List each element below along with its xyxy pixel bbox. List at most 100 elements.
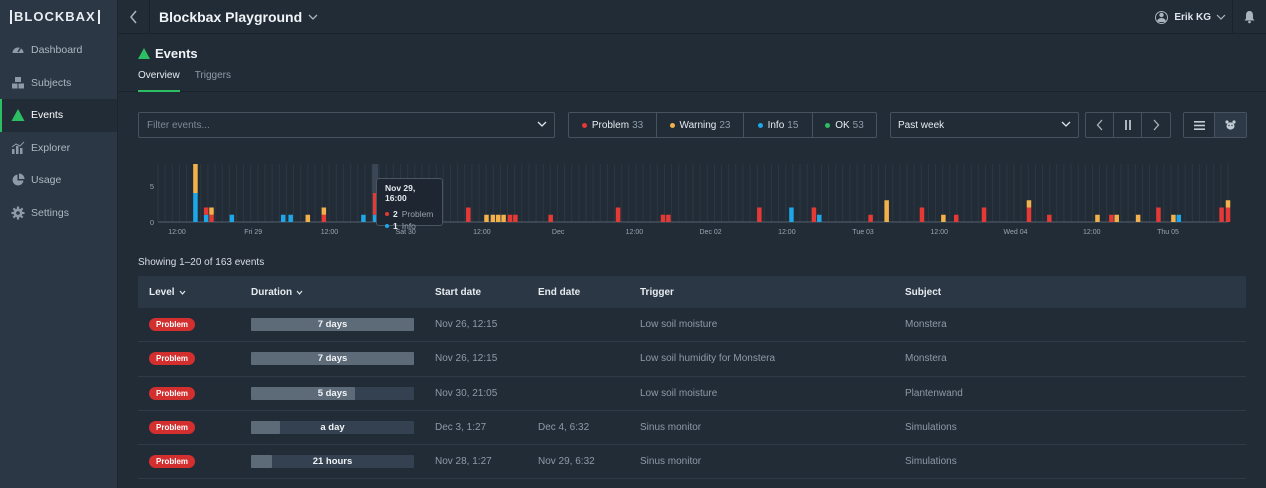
chevron-left-icon: [129, 10, 137, 23]
chevron-down-icon: [537, 121, 547, 127]
pause-icon: [1124, 120, 1131, 130]
sidebar-item-dashboard[interactable]: Dashboard: [0, 34, 117, 67]
level-cell: Problem: [138, 386, 251, 400]
bar-problem: [321, 214, 327, 222]
subject-cell: Simulations: [905, 456, 957, 468]
table-row[interactable]: Problem 7 days Nov 26, 12:15 Low soil humid…: [138, 342, 1246, 377]
sidebar-item-explorer[interactable]: Explorer: [0, 132, 117, 165]
bar-problem: [513, 214, 518, 222]
previous-period-button[interactable]: [1086, 113, 1114, 137]
bar-problem: [1026, 207, 1032, 222]
bar-problem: [666, 214, 671, 222]
bar-problem: [1156, 207, 1161, 222]
duration-bar: 7 days: [251, 318, 414, 332]
info-dot-icon: [757, 122, 763, 128]
bar-problem: [953, 214, 959, 222]
sidebar-nav: Dashboard Subjects Events Explorer Usage: [0, 34, 117, 229]
sidebar-item-events[interactable]: Events: [0, 99, 117, 132]
warning-triangle-icon: [11, 108, 25, 122]
level-filter-warning[interactable]: Warning 23: [657, 113, 744, 137]
user-avatar-icon: [1155, 10, 1169, 24]
table-header: Level Duration Start date End date Trigg…: [138, 276, 1246, 308]
end-date-cell: Dec 4, 6:32: [538, 422, 590, 434]
problem-dot-icon: [581, 122, 587, 128]
trigger-cell: Sinus monitor: [640, 456, 702, 468]
level-badge: Problem: [149, 386, 196, 400]
column-level-header[interactable]: Level: [138, 287, 251, 298]
table-row[interactable]: Problem 7 days Nov 26, 12:15 Low soil moist…: [138, 308, 1246, 343]
bear-icon: [1225, 120, 1236, 130]
bar-info: [1176, 214, 1182, 222]
bar-problem: [1225, 207, 1231, 222]
page-header: Events Overview Triggers: [118, 34, 1266, 92]
column-trigger-header[interactable]: Trigger: [640, 287, 905, 298]
table-row[interactable]: Problem 21 hours Nov 28, 1:27 Nov 29, 6:32 S…: [138, 445, 1246, 480]
level-filter-info[interactable]: Info 15: [744, 113, 813, 137]
sidebar-item-label: Settings: [31, 206, 69, 219]
duration-cell: a day: [251, 421, 435, 435]
list-view-button[interactable]: [1184, 113, 1215, 137]
bar-info: [288, 214, 293, 222]
sidebar-item-settings[interactable]: Settings: [0, 197, 117, 230]
column-end-date-header[interactable]: End date: [538, 287, 640, 298]
table-row[interactable]: Problem 5 days Nov 30, 21:05 Low soil moist…: [138, 377, 1246, 411]
subject-cell: Monstera: [905, 353, 947, 365]
y-tick-label: 5: [150, 182, 154, 191]
chevron-left-icon: [1096, 119, 1102, 131]
column-subject-header[interactable]: Subject: [905, 287, 1246, 298]
bar-info: [229, 214, 235, 222]
trigger-cell: Low soil moisture: [640, 319, 718, 331]
bar-warning: [884, 200, 889, 222]
start-date-cell: Nov 26, 12:15: [435, 319, 498, 331]
notifications-button[interactable]: [1232, 0, 1266, 34]
workspace-switcher[interactable]: Blockbax Playground: [159, 9, 318, 25]
next-period-button[interactable]: [1142, 113, 1170, 137]
level-filter-problem[interactable]: Problem 33: [569, 113, 657, 137]
x-tick-label: 12:00: [626, 229, 644, 236]
column-duration-header[interactable]: Duration: [251, 287, 435, 298]
bar-warning: [193, 164, 198, 193]
bar-problem: [1109, 214, 1114, 222]
sidebar-item-subjects[interactable]: Subjects: [0, 67, 117, 100]
column-start-date-header[interactable]: Start date: [435, 287, 538, 298]
logo[interactable]: BLOCKBAX: [0, 0, 117, 34]
level-filter-ok[interactable]: OK 53: [813, 113, 876, 137]
bar-warning: [1171, 214, 1176, 222]
bar-warning: [1026, 200, 1032, 208]
start-date-cell: Nov 30, 21:05: [435, 387, 498, 399]
back-button[interactable]: [118, 0, 150, 34]
tab-triggers[interactable]: Triggers: [195, 70, 231, 92]
x-tick-label: 12:00: [473, 229, 491, 236]
pie-chart-icon: [11, 173, 25, 187]
pause-button[interactable]: [1114, 113, 1142, 137]
results-summary: Showing 1–20 of 163 events: [138, 257, 265, 268]
sidebar-item-label: Usage: [31, 174, 62, 187]
warning-triangle-icon: [138, 48, 150, 59]
time-range-select[interactable]: Past week: [890, 112, 1079, 138]
x-tick-label: 12:00: [931, 229, 949, 236]
sidebar: BLOCKBAX Dashboard Subjects Events Explo…: [0, 0, 118, 488]
tooltip-row: 1 Info: [385, 220, 434, 232]
x-tick-label: 12:00: [778, 229, 796, 236]
duration-cell: 5 days: [251, 386, 435, 400]
page-title: Events: [138, 46, 198, 61]
level-cell: Problem: [138, 352, 251, 366]
duration-bar: 7 days: [251, 352, 414, 366]
x-tick-label: Thu 05: [1157, 229, 1179, 236]
level-badge: Problem: [149, 455, 196, 469]
filter-events-input[interactable]: Filter events...: [138, 112, 555, 138]
bar-problem: [919, 207, 925, 222]
duration-cell: 7 days: [251, 318, 435, 332]
chart-tooltip: Nov 29, 16:00 2 Problem 1 Info: [376, 178, 443, 231]
table-row[interactable]: Problem a day Dec 3, 1:27 Dec 4, 6:32 Sinus …: [138, 411, 1246, 446]
user-menu[interactable]: Erik KG: [1155, 0, 1226, 34]
x-tick-label: Wed 04: [1004, 229, 1028, 236]
bar-problem: [209, 214, 214, 222]
bar-warning: [496, 214, 501, 222]
tooltip-label: Problem: [401, 209, 434, 219]
grouped-view-button[interactable]: [1215, 113, 1246, 137]
chevron-down-icon: [308, 14, 318, 20]
events-histogram[interactable]: 0512:00 Fri 29 12:00 Sat 30 12:00 Dec 12:00 Dec…: [138, 160, 1238, 240]
tab-overview[interactable]: Overview: [138, 70, 180, 92]
sidebar-item-usage[interactable]: Usage: [0, 164, 117, 197]
